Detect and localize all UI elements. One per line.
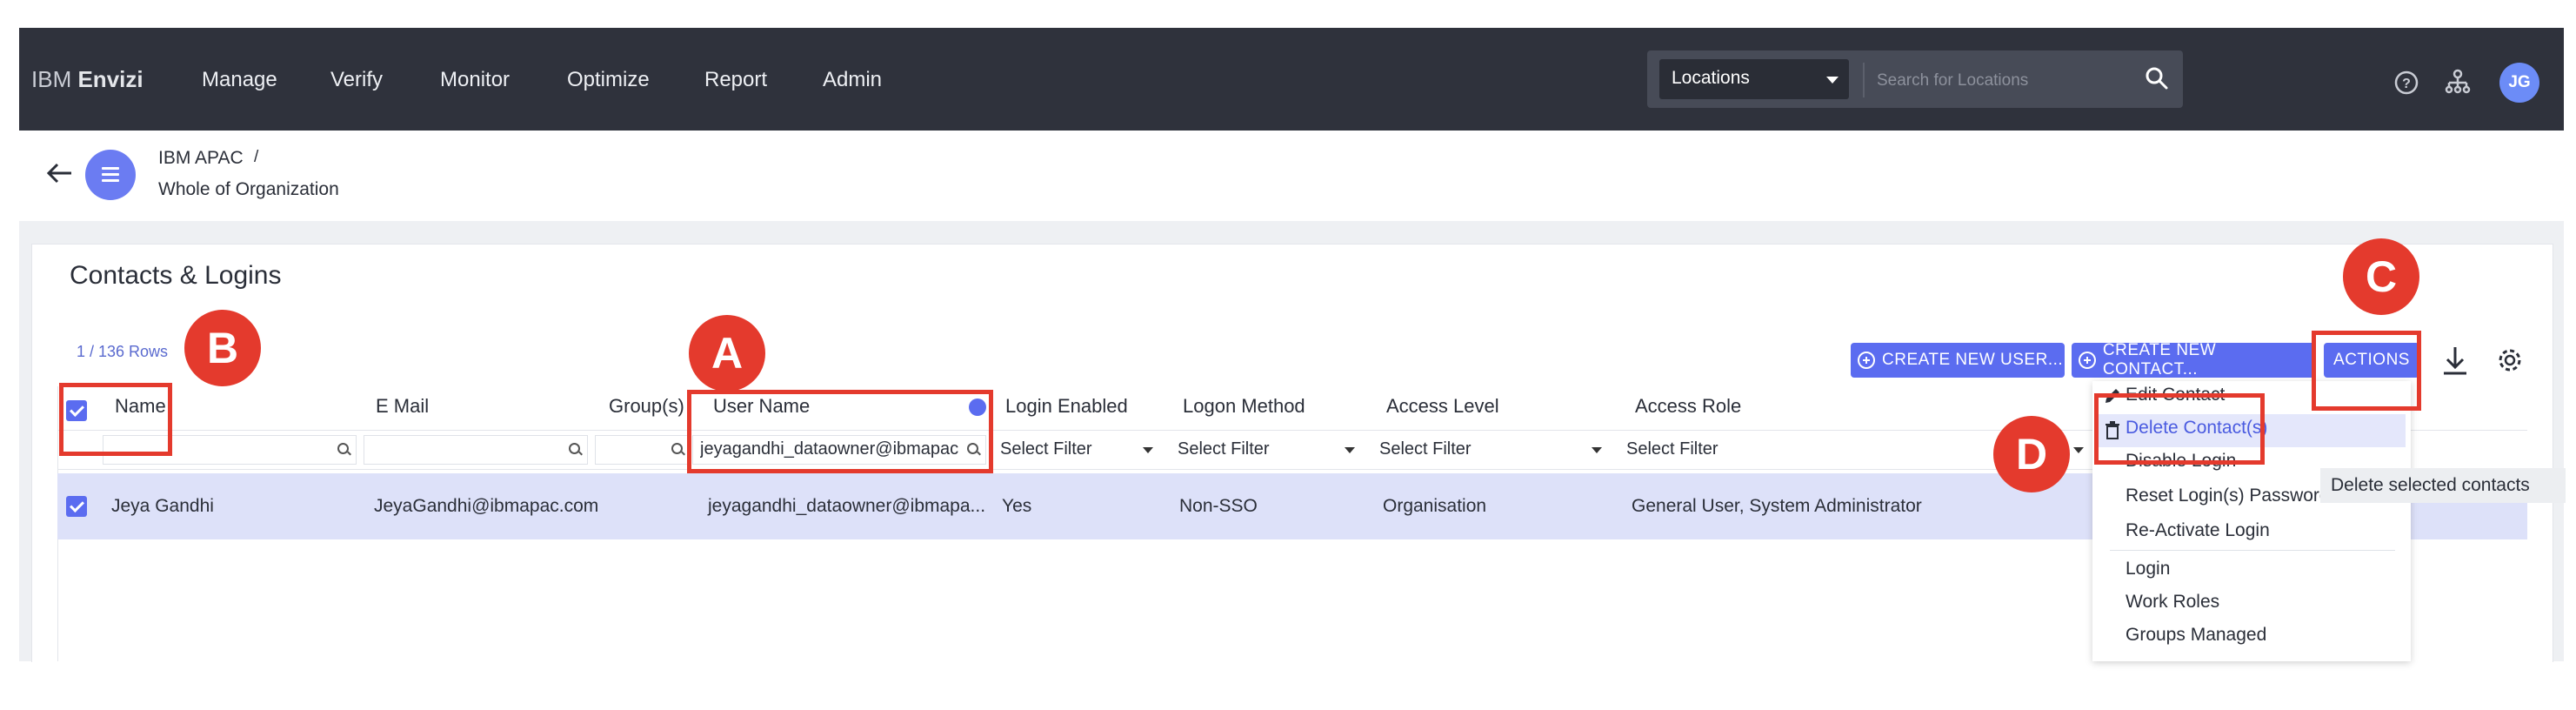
annotation-label-b: B	[184, 310, 261, 386]
page-background	[19, 221, 2564, 244]
hamburger-menu-button[interactable]	[85, 150, 136, 200]
back-arrow-icon[interactable]	[45, 160, 75, 186]
cell-login-enabled: Yes	[1002, 496, 1032, 516]
nav-manage[interactable]: Manage	[202, 68, 277, 92]
help-icon[interactable]: ?	[2393, 70, 2419, 96]
cell-logon-method: Non-SSO	[1179, 496, 1258, 516]
divider	[1863, 63, 1865, 97]
plus-circle-icon	[2079, 352, 2096, 369]
menu-item-reactivate-login[interactable]: Re-Activate Login	[2126, 520, 2270, 541]
email-filter-input[interactable]	[364, 435, 588, 465]
access-level-filter-select[interactable]: Select Filter	[1374, 435, 1609, 465]
annotation-box-a	[687, 390, 993, 473]
svg-text:?: ?	[2402, 77, 2411, 91]
annotation-box-d	[2094, 393, 2265, 465]
menu-item-groups-managed[interactable]: Groups Managed	[2126, 625, 2266, 646]
plus-circle-icon	[1858, 352, 1875, 369]
logon-method-filter-select[interactable]: Select Filter	[1172, 435, 1362, 465]
cell-username: jeyagandhi_dataowner@ibmapa...	[708, 496, 986, 516]
row-checkbox[interactable]	[66, 496, 87, 517]
nav-optimize[interactable]: Optimize	[567, 68, 650, 92]
nav-monitor[interactable]: Monitor	[440, 68, 510, 92]
chevron-down-icon	[2073, 447, 2084, 453]
annotation-box-c	[2312, 331, 2421, 411]
breadcrumb-parent[interactable]: IBM APAC	[158, 148, 244, 169]
create-new-contact-button[interactable]: CREATE NEW CONTACT...	[2072, 341, 2315, 378]
nav-report[interactable]: Report	[704, 68, 767, 92]
search-icon	[671, 443, 683, 454]
select-value: Select Filter	[1626, 439, 1718, 459]
annotation-label-d: D	[1993, 416, 2070, 492]
column-header-login-enabled[interactable]: Login Enabled	[1005, 395, 1128, 418]
column-header-access-role[interactable]: Access Role	[1635, 395, 1741, 418]
chevron-down-icon	[1345, 447, 1355, 453]
column-header-email[interactable]: E Mail	[376, 395, 429, 418]
cell-access-role: General User, System Administrator	[1632, 496, 1922, 516]
cell-access-level: Organisation	[1383, 496, 1487, 516]
menu-item-reset-password[interactable]: Reset Login(s) Password	[2126, 486, 2330, 506]
location-type-select[interactable]: Locations	[1659, 59, 1849, 99]
menu-divider	[2110, 550, 2395, 551]
tooltip: Delete selected contacts	[2320, 468, 2566, 503]
login-enabled-filter-select[interactable]: Select Filter	[995, 435, 1160, 465]
row-count: 1 / 136 Rows	[77, 343, 169, 360]
location-search-input[interactable]	[1875, 64, 2139, 97]
search-icon[interactable]	[2145, 66, 2169, 90]
groups-filter-input[interactable]	[595, 435, 691, 465]
menu-item-login[interactable]: Login	[2126, 559, 2170, 579]
nav-admin[interactable]: Admin	[823, 68, 882, 92]
search-icon	[337, 443, 349, 454]
chevron-down-icon	[1592, 447, 1602, 453]
page-title: Contacts & Logins	[70, 261, 282, 290]
select-value: Select Filter	[1178, 439, 1270, 459]
button-label: CREATE NEW USER...	[1882, 351, 2064, 369]
nav-verify[interactable]: Verify	[330, 68, 383, 92]
annotation-box-b	[59, 383, 172, 456]
page-gutter-left	[19, 244, 31, 661]
brand-logo[interactable]: IBM Envizi	[31, 66, 143, 93]
button-label: CREATE NEW CONTACT...	[2102, 341, 2217, 378]
download-icon[interactable]	[2440, 345, 2470, 376]
annotation-label-a: A	[689, 315, 765, 392]
column-header-logon-method[interactable]: Logon Method	[1183, 395, 1305, 418]
annotation-label-c: C	[2343, 238, 2419, 315]
gear-icon[interactable]	[2496, 346, 2524, 374]
location-type-value: Locations	[1672, 68, 1750, 88]
menu-item-work-roles[interactable]: Work Roles	[2126, 592, 2219, 613]
chevron-down-icon	[1143, 447, 1153, 453]
page-gutter-right	[2552, 244, 2564, 661]
user-avatar[interactable]: JG	[2499, 63, 2539, 103]
create-new-user-button[interactable]: CREATE NEW USER...	[1851, 343, 2065, 378]
cell-name: Jeya Gandhi	[111, 496, 214, 516]
search-icon	[569, 443, 580, 454]
hierarchy-icon[interactable]	[2444, 68, 2472, 96]
chevron-down-icon	[1826, 77, 1839, 84]
column-header-access-level[interactable]: Access Level	[1386, 395, 1499, 418]
select-value: Select Filter	[1379, 439, 1472, 459]
select-value: Select Filter	[1000, 439, 1092, 459]
cell-email: JeyaGandhi@ibmapac.com	[374, 496, 599, 516]
breadcrumb-current: Whole of Organization	[158, 179, 339, 199]
breadcrumb-separator: /	[254, 148, 259, 166]
